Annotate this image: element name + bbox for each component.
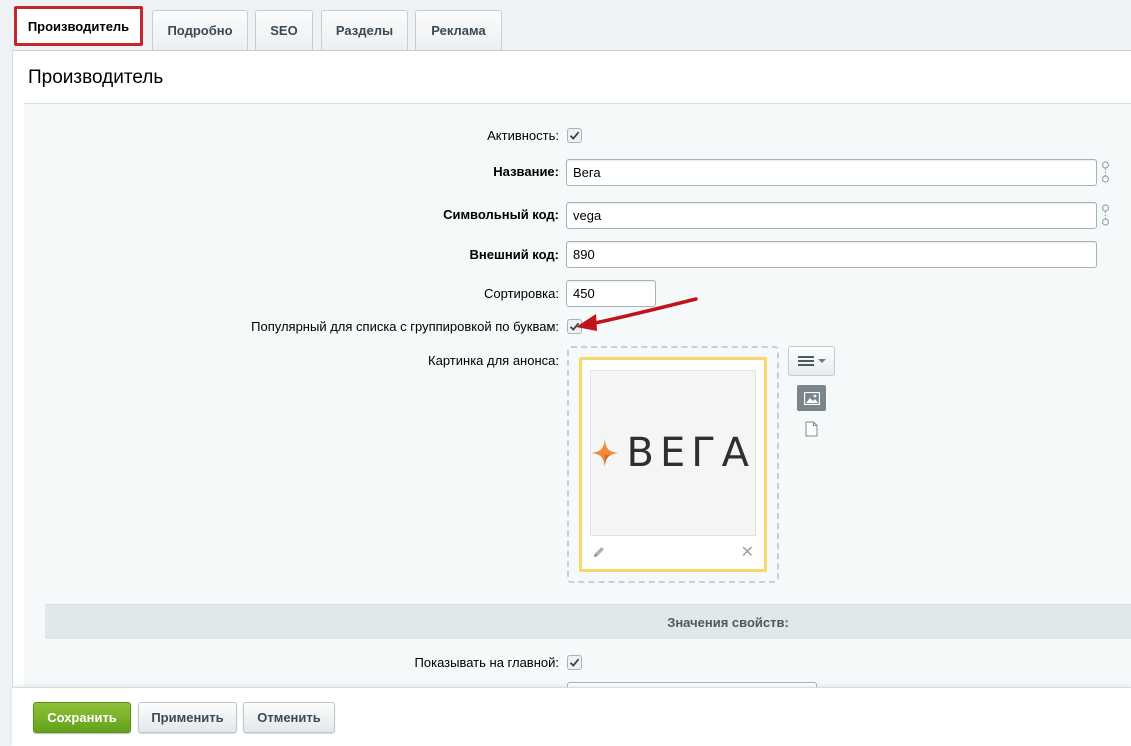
code-label: Символьный код: (443, 207, 559, 222)
vega-star-logo-icon (591, 439, 619, 467)
apply-button[interactable]: Применить (138, 702, 237, 733)
show-on-main-label: Показывать на главной: (414, 655, 559, 670)
properties-section-header: Значения свойств: (45, 604, 1131, 639)
form-footer: Сохранить Применить Отменить (12, 687, 1131, 746)
code-input[interactable]: vega (566, 202, 1097, 229)
image-menu-button[interactable] (788, 346, 835, 376)
xml-id-label: Внешний код: (469, 247, 559, 262)
preview-picture-label: Картинка для анонса: (428, 353, 559, 368)
tab-label: Реклама (431, 23, 486, 38)
popular-label: Популярный для списка с группировкой по … (251, 319, 559, 334)
image-preview-card[interactable]: ВЕГА ✕ (579, 357, 767, 572)
tab-advertising[interactable]: Реклама (415, 10, 502, 50)
tab-manufacturer[interactable]: Производитель (14, 6, 143, 46)
pencil-icon[interactable] (592, 545, 606, 559)
save-button[interactable]: Сохранить (33, 702, 131, 733)
checkmark-icon (569, 658, 580, 667)
name-label: Название: (493, 164, 559, 179)
translit-link-icon[interactable] (1100, 204, 1111, 226)
panel-title: Производитель (28, 67, 164, 88)
sort-label: Сортировка: (484, 286, 559, 301)
image-icon (803, 391, 820, 405)
name-input[interactable]: Вега (566, 159, 1097, 186)
image-view-button[interactable] (797, 385, 826, 411)
cancel-button[interactable]: Отменить (243, 702, 335, 733)
file-icon[interactable] (805, 421, 818, 437)
chevron-down-icon (817, 359, 826, 363)
close-icon[interactable]: ✕ (741, 545, 754, 561)
logo-text: ВЕГА (626, 430, 755, 476)
image-preview: ВЕГА (590, 370, 756, 536)
tab-label: Производитель (27, 18, 130, 34)
tab-label: SEO (270, 23, 298, 38)
tab-details[interactable]: Подробно (152, 10, 248, 50)
xml-id-input[interactable]: 890 (566, 241, 1097, 268)
active-checkbox[interactable] (567, 128, 582, 143)
tab-sections[interactable]: Разделы (321, 10, 408, 50)
checkmark-icon (569, 131, 580, 140)
hamburger-menu-icon (797, 356, 814, 366)
active-label: Активность: (487, 128, 559, 143)
tab-label: Разделы (335, 23, 394, 38)
show-on-main-checkbox[interactable] (567, 655, 582, 670)
tab-seo[interactable]: SEO (255, 10, 313, 50)
tab-label: Подробно (167, 23, 233, 38)
annotation-arrow-icon (576, 297, 698, 331)
translit-link-icon[interactable] (1100, 161, 1111, 183)
